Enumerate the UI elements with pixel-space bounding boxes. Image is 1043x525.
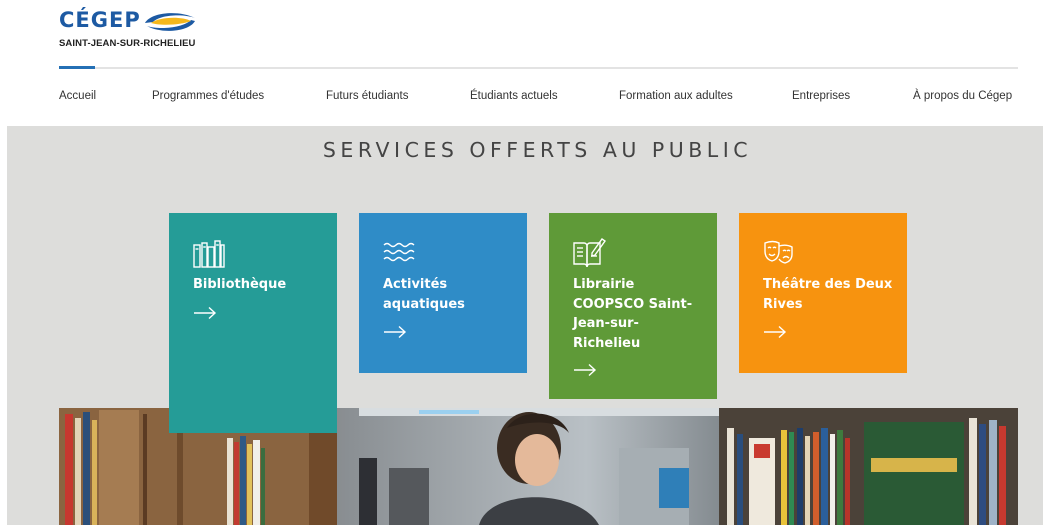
service-tile-librairie[interactable]: Librairie COOPSCO Saint-Jean-sur-Richeli… [549, 213, 717, 399]
tile-label: Théâtre des Deux Rives [763, 277, 893, 312]
nav-item-programmes[interactable]: Programmes d'études [152, 90, 264, 102]
nav-item-formation-adultes[interactable]: Formation aux adultes [619, 90, 733, 102]
service-tile-bibliotheque[interactable]: Bibliothèque [169, 213, 337, 433]
nav-divider [59, 67, 1018, 69]
tile-label: Activités aquatiques [383, 277, 465, 312]
book-pen-icon [573, 238, 606, 268]
service-tile-activites-aquatiques[interactable]: Activités aquatiques [359, 213, 527, 373]
nav-active-indicator [59, 66, 95, 69]
arrow-right-icon [384, 325, 407, 339]
main-nav: Accueil Programmes d'études Futurs étudi… [59, 90, 1018, 106]
nav-item-accueil[interactable]: Accueil [59, 90, 96, 102]
services-title: SERVICES OFFERTS AU PUBLIC [322, 138, 753, 162]
arrow-right-icon [574, 363, 597, 377]
nav-item-futurs-etudiants[interactable]: Futurs étudiants [326, 90, 408, 102]
logo-wordmark: CÉGEP [59, 8, 141, 32]
page: CÉGEP SAINT-JEAN-SUR-RICHELIEU Accueil P… [0, 0, 1043, 525]
service-tile-theatre[interactable]: Théâtre des Deux Rives [739, 213, 907, 373]
nav-item-etudiants-actuels[interactable]: Étudiants actuels [470, 90, 558, 102]
nav-item-entreprises[interactable]: Entreprises [792, 90, 850, 102]
waves-icon [383, 242, 415, 262]
arrow-right-icon [764, 325, 787, 339]
logo-subtitle: SAINT-JEAN-SUR-RICHELIEU [59, 38, 196, 49]
swoosh-icon [145, 13, 195, 31]
nav-item-a-propos[interactable]: À propos du Cégep [913, 90, 1012, 102]
college-logo[interactable]: CÉGEP SAINT-JEAN-SUR-RICHELIEU [59, 8, 219, 50]
arrow-right-icon [194, 306, 217, 320]
tile-label: Librairie COOPSCO Saint-Jean-sur-Richeli… [573, 277, 693, 351]
theater-masks-icon [764, 240, 793, 264]
tile-label: Bibliothèque [193, 277, 287, 292]
books-icon [193, 240, 225, 268]
